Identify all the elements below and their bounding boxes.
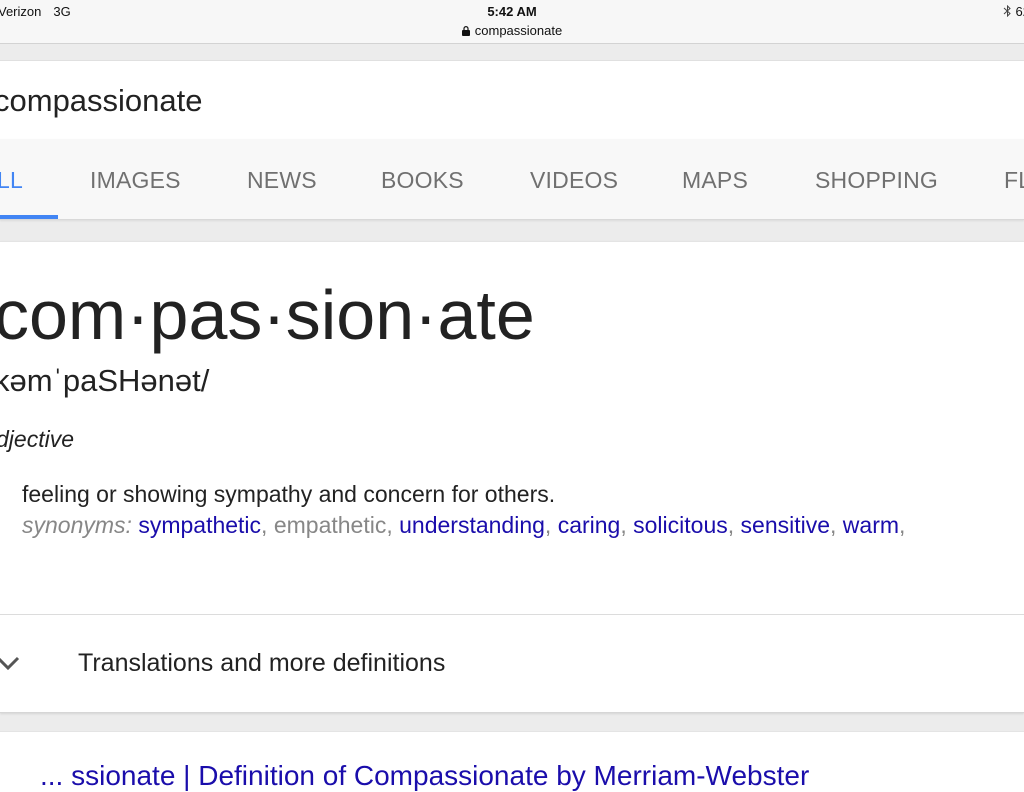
tab-news[interactable]: NEWS [247,167,317,194]
dictionary-card: com·pas·sion·ate kəmˈpaSHənət/ djective … [0,241,1024,713]
synonym-link[interactable]: solicitous [633,512,728,538]
next-result[interactable]: ... ssionate | Definition of Compassiona… [0,731,1024,792]
definition: feeling or showing sympathy and concern … [22,481,556,507]
synonym-separator: , [544,512,552,538]
pronunciation: kəmˈpaSHənət/ [0,363,210,398]
chevron-down-icon [0,656,20,671]
battery-percent: 62 [1015,4,1024,19]
tab-shopping[interactable]: SHOPPING [815,167,938,194]
url-text: compassionate [474,23,563,38]
synonym-separator: , [830,512,837,538]
tab-images[interactable]: IMAGES [90,167,181,194]
tab-books[interactable]: BOOKS [381,167,464,194]
synonym-link[interactable]: understanding [399,512,545,538]
active-tab-indicator [0,215,58,219]
lock-icon [461,26,470,36]
bluetooth-icon [1003,5,1011,17]
address-bar[interactable]: compassionate [0,23,1024,38]
clock: 5:42 AM [487,4,537,19]
more-definitions-toggle[interactable]: Translations and more definitions [0,615,1024,712]
search-input[interactable]: compassionate [0,83,203,119]
tab-all[interactable]: LL [0,167,23,194]
more-definitions-label: Translations and more definitions [78,649,446,677]
synonym-link[interactable]: warm [843,512,899,538]
tab-flights[interactable]: FL [1004,167,1024,194]
synonyms-label: synonyms: [22,512,132,538]
synonym-separator: , [727,512,735,538]
synonym-text: empathetic [273,512,387,538]
synonym-separator: , [899,512,906,538]
tab-maps[interactable]: MAPS [682,167,748,194]
headword: com·pas·sion·ate [0,276,535,354]
synonym-separator: , [620,512,627,538]
search-box[interactable]: compassionate [0,60,1024,140]
status-right: 62 [1003,4,1024,19]
search-tabs: LL IMAGES NEWS BOOKS VIDEOS MAPS SHOPPIN… [0,139,1024,220]
synonyms-line: synonyms: sympathetic, empathetic, under… [22,512,905,539]
synonym-link[interactable]: sympathetic [138,512,261,538]
synonym-separator: , [386,512,393,538]
synonym-separator: , [261,512,268,538]
synonym-link[interactable]: sensitive [741,512,830,538]
part-of-speech: djective [0,426,74,452]
status-bar: Verizon3G 5:42 AM compassionate 62 [0,0,1024,44]
result-title-link[interactable]: ... ssionate | Definition of Compassiona… [40,760,809,792]
tab-videos[interactable]: VIDEOS [530,167,618,194]
synonym-link[interactable]: caring [558,512,621,538]
